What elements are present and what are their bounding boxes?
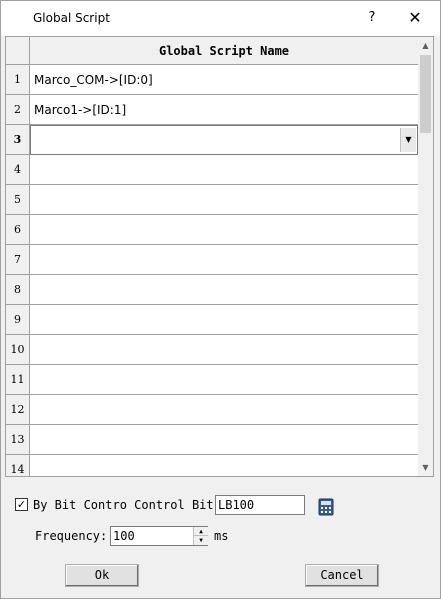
vertical-scrollbar[interactable]: ▲ ▼	[418, 37, 433, 476]
grid-viewport: Global Script Name 1 Marco_COM->[ID:0] 2 Ma…	[6, 37, 418, 476]
frequency-spinbox[interactable]: 100 ▲ ▼	[110, 526, 208, 546]
ok-button[interactable]: Ok	[65, 564, 139, 587]
script-name-cell[interactable]	[30, 365, 418, 395]
table-row[interactable]: 1 Marco_COM->[ID:0]	[6, 65, 418, 95]
row-number-header[interactable]: 7	[6, 245, 30, 275]
row-number-header[interactable]: 3	[6, 125, 30, 155]
row-number-header[interactable]: 11	[6, 365, 30, 395]
script-name-cell[interactable]	[30, 185, 418, 215]
script-name-cell[interactable]	[30, 395, 418, 425]
script-name-dropdown[interactable]: ▼	[30, 125, 418, 155]
scroll-thumb[interactable]	[420, 55, 431, 133]
table-row[interactable]: 14	[6, 455, 418, 476]
table-row[interactable]: 7	[6, 245, 418, 275]
by-bit-label: By Bit Contro Control Bit:	[33, 498, 221, 512]
grid-corner-header[interactable]	[6, 37, 30, 65]
row-number-header[interactable]: 9	[6, 305, 30, 335]
script-name-cell[interactable]	[30, 335, 418, 365]
control-bit-input[interactable]: LB100	[215, 495, 305, 515]
row-number-header[interactable]: 12	[6, 395, 30, 425]
help-button[interactable]: ?	[359, 5, 385, 31]
script-name-cell[interactable]	[30, 215, 418, 245]
frequency-spinner[interactable]: ▲ ▼	[193, 527, 208, 545]
row-number-header[interactable]: 10	[6, 335, 30, 365]
row-number-header[interactable]: 5	[6, 185, 30, 215]
by-bit-checkbox[interactable]: ✓	[15, 498, 28, 511]
table-row[interactable]: 6	[6, 215, 418, 245]
title-bar: Global Script ? ✕	[1, 1, 440, 36]
script-name-cell[interactable]	[30, 245, 418, 275]
table-row[interactable]: 12	[6, 395, 418, 425]
table-row[interactable]: 3 ▼	[6, 125, 418, 155]
script-name-cell[interactable]: Marco1->[ID:1]	[30, 95, 418, 125]
row-number-header[interactable]: 6	[6, 215, 30, 245]
script-grid: Global Script Name 1 Marco_COM->[ID:0] 2 Ma…	[5, 36, 434, 477]
table-row[interactable]: 11	[6, 365, 418, 395]
row-number-header[interactable]: 13	[6, 425, 30, 455]
script-name-cell[interactable]	[30, 155, 418, 185]
cancel-button[interactable]: Cancel	[305, 564, 379, 587]
table-row[interactable]: 2 Marco1->[ID:1]	[6, 95, 418, 125]
global-script-dialog: Global Script ? ✕ Global Script Name 1 Ma…	[0, 0, 441, 599]
row-number-header[interactable]: 1	[6, 65, 30, 95]
control-bit-row: ✓ By Bit Contro Control Bit: LB100	[15, 494, 355, 516]
row-number-header[interactable]: 4	[6, 155, 30, 185]
table-row[interactable]: 9	[6, 305, 418, 335]
row-number-header[interactable]: 2	[6, 95, 30, 125]
close-button[interactable]: ✕	[401, 5, 429, 31]
scroll-down-arrow-icon[interactable]: ▼	[418, 459, 433, 476]
script-name-cell[interactable]	[30, 455, 418, 476]
row-number-header[interactable]: 8	[6, 275, 30, 305]
table-row[interactable]: 13	[6, 425, 418, 455]
table-row[interactable]: 10	[6, 335, 418, 365]
script-name-text: Marco1->[ID:1]	[34, 103, 127, 117]
frequency-value[interactable]: 100	[113, 529, 135, 543]
table-row[interactable]: 8	[6, 275, 418, 305]
script-name-cell[interactable]	[30, 305, 418, 335]
script-name-cell[interactable]	[30, 425, 418, 455]
dropdown-arrow-icon[interactable]: ▼	[400, 128, 416, 152]
column-header-script-name[interactable]: Global Script Name	[30, 37, 418, 65]
script-name-cell[interactable]	[30, 275, 418, 305]
frequency-unit-label: ms	[214, 529, 229, 543]
calculator-icon[interactable]	[317, 498, 335, 516]
table-row[interactable]: 4	[6, 155, 418, 185]
table-row[interactable]: 5	[6, 185, 418, 215]
scroll-up-arrow-icon[interactable]: ▲	[418, 37, 433, 54]
row-number-header[interactable]: 14	[6, 455, 30, 476]
spin-up-icon[interactable]: ▲	[194, 527, 208, 536]
script-name-cell[interactable]: Marco_COM->[ID:0]	[30, 65, 418, 95]
frequency-label: Frequency:	[35, 529, 108, 543]
window-title: Global Script	[33, 11, 110, 25]
spin-down-icon[interactable]: ▼	[194, 536, 208, 545]
script-name-text: Marco_COM->[ID:0]	[34, 73, 153, 87]
